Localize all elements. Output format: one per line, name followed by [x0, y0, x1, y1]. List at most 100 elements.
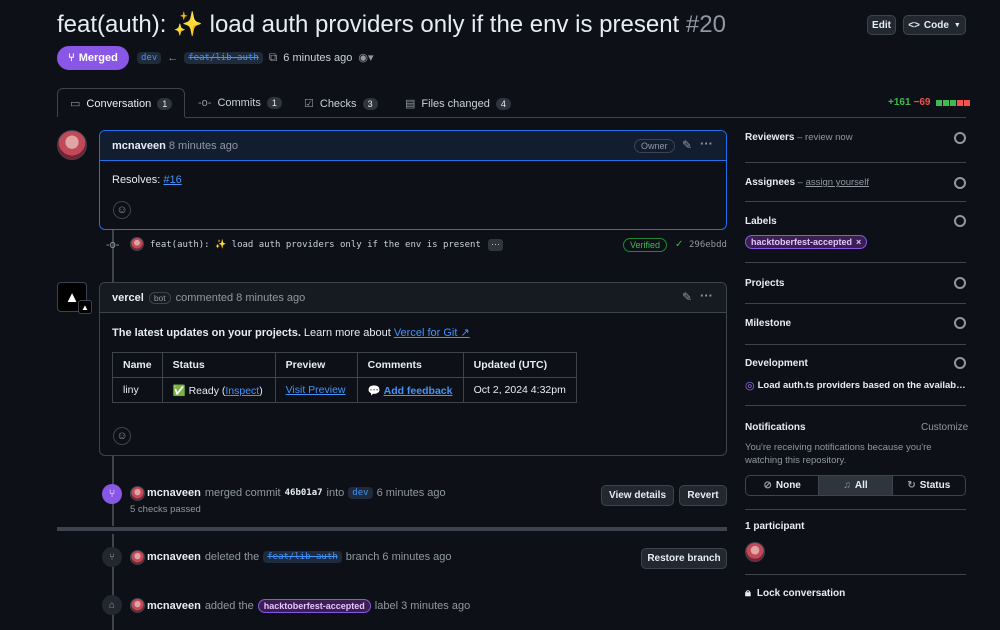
tab-checks[interactable]: ☑ Checks 3 [304, 97, 378, 110]
event-text: into [326, 487, 345, 499]
divider [745, 303, 966, 304]
gear-icon[interactable] [954, 132, 966, 144]
label-event-text: mcnaveen added the hacktoberfest-accepte… [147, 599, 470, 613]
commit-node-icon: -o- [106, 239, 120, 251]
restore-branch-button[interactable]: Restore branch [641, 548, 727, 569]
merge-commit-sha[interactable]: 46b01a7 [285, 488, 323, 498]
sync-icon: ↻ [907, 480, 916, 491]
tab-commits-count: 1 [266, 97, 282, 109]
assign-yourself-link[interactable]: assign yourself [806, 177, 869, 188]
comment-body: Resolves: #16 [112, 174, 182, 186]
smiley-reaction-icon[interactable]: ☺ [113, 201, 131, 219]
eye-icon[interactable]: ◉▾ [358, 51, 373, 64]
gear-icon[interactable] [954, 215, 966, 227]
add-feedback-link[interactable]: Add feedback [384, 385, 453, 397]
code-button[interactable]: <> Code ▼ [903, 15, 966, 35]
table-header: Name [112, 352, 163, 378]
table-header: Comments [356, 352, 464, 378]
label-badge[interactable]: hacktoberfest-accepted × [745, 235, 868, 249]
inspect-link[interactable]: Inspect [225, 385, 259, 397]
timeline-line [112, 230, 114, 282]
avatar[interactable] [130, 550, 145, 565]
revert-button[interactable]: Revert [679, 485, 727, 506]
comment-card-bot: vercel bot commented 8 minutes ago ✎ ···… [99, 282, 727, 456]
avatar[interactable] [130, 486, 145, 501]
commit-expand-button[interactable]: ··· [488, 239, 503, 251]
lock-icon: 🔒︎ [745, 587, 751, 599]
participant-avatar[interactable] [745, 542, 765, 562]
development-title[interactable]: Development [745, 358, 808, 369]
table-row: liny ✅ Ready (Inspect) Visit Preview 💬 A… [112, 377, 577, 403]
notifications-none-label: None [775, 480, 801, 491]
head-branch[interactable]: feat/lib-auth [184, 51, 263, 64]
reviewers-section[interactable]: Reviewers – review now [745, 131, 853, 143]
labels-title[interactable]: Labels [745, 216, 777, 227]
pencil-icon[interactable]: ✎ [682, 138, 692, 152]
deleted-branch[interactable]: feat/lib-auth [263, 551, 342, 563]
comment-action[interactable]: commented 8 minutes ago [176, 292, 306, 304]
avatar[interactable] [57, 130, 87, 160]
pr-title-row: feat(auth): ✨ load auth providers only i… [57, 10, 726, 39]
gear-icon[interactable] [954, 317, 966, 329]
base-branch[interactable]: dev [137, 51, 162, 64]
comment-body: The latest updates on your projects. Lea… [112, 326, 470, 339]
edit-button[interactable]: Edit [867, 15, 896, 35]
linked-issue[interactable]: ◎ Load auth.ts providers based on the av… [745, 379, 966, 392]
comment-meta: mcnaveen 8 minutes ago [112, 140, 238, 152]
milestone-title[interactable]: Milestone [745, 318, 791, 329]
avatar[interactable] [130, 237, 144, 251]
kebab-menu-icon[interactable]: ··· [700, 136, 713, 151]
pr-number: #20 [685, 11, 726, 38]
customize-link[interactable]: Customize [921, 422, 968, 433]
comment-author[interactable]: vercel [112, 292, 144, 304]
deployment-status: ✅ Ready (Inspect) [161, 377, 276, 403]
gear-icon[interactable] [954, 357, 966, 369]
git-branch-icon: ⑂ [102, 547, 122, 567]
divider [745, 262, 966, 263]
commit-sha[interactable]: 296ebdd [689, 240, 727, 250]
vercel-for-git-link[interactable]: Vercel for Git ↗ [394, 327, 470, 339]
gear-icon[interactable] [954, 177, 966, 189]
projects-title[interactable]: Projects [745, 278, 784, 289]
close-icon[interactable]: × [856, 237, 861, 247]
notifications-all-button[interactable]: ♫ All [819, 476, 893, 495]
review-now-link[interactable]: review now [805, 132, 853, 143]
comment-card-owner: mcnaveen 8 minutes ago Owner ✎ ··· Resol… [99, 130, 727, 230]
comment-time[interactable]: 8 minutes ago [169, 140, 238, 152]
file-diff-icon: ▤ [405, 98, 416, 110]
tab-files-label: Files changed [421, 97, 490, 110]
branch-info: dev ← feat/lib-auth ⧉ 6 minutes ago ◉▾ [137, 50, 374, 65]
event-author[interactable]: mcnaveen [147, 600, 201, 612]
assignees-section[interactable]: Assignees – assign yourself [745, 176, 869, 188]
notifications-status-button[interactable]: ↻ Status [893, 476, 965, 495]
commit-message[interactable]: feat(auth): ✨ load auth providers only i… [150, 240, 481, 250]
tab-commits[interactable]: -o- Commits 1 [198, 97, 282, 109]
comment-author[interactable]: mcnaveen [112, 140, 166, 152]
visit-preview-link[interactable]: Visit Preview [286, 384, 346, 396]
checks-passed[interactable]: 5 checks passed [130, 504, 201, 515]
base-branch[interactable]: dev [348, 487, 373, 499]
view-details-button[interactable]: View details [601, 485, 674, 506]
gear-icon[interactable] [954, 277, 966, 289]
notifications-none-button[interactable]: ⊘ None [746, 476, 820, 495]
tab-conversation[interactable]: ▭ Conversation 1 [70, 97, 173, 110]
pencil-icon[interactable]: ✎ [682, 290, 692, 304]
smiley-reaction-icon[interactable]: ☺ [113, 427, 131, 445]
copy-icon[interactable]: ⧉ [269, 50, 278, 65]
avatar[interactable] [130, 598, 145, 613]
lock-conversation-button[interactable]: 🔒︎ Lock conversation [745, 587, 845, 600]
event-author[interactable]: mcnaveen [147, 551, 201, 563]
notifications-status-label: Status [919, 480, 951, 491]
event-time[interactable]: 6 minutes ago [377, 487, 446, 499]
tab-files-changed[interactable]: ▤ Files changed 4 [405, 97, 511, 110]
issue-link[interactable]: #16 [163, 174, 181, 186]
label-badge[interactable]: hacktoberfest-accepted [257, 599, 371, 613]
notifications-all-label: All [854, 480, 868, 491]
linked-issue-title: Load auth.ts providers based on the avai… [757, 380, 966, 391]
verified-badge[interactable]: Verified [623, 238, 668, 252]
tab-conversation-label: Conversation [86, 97, 152, 110]
event-author[interactable]: mcnaveen [147, 487, 201, 499]
kebab-menu-icon[interactable]: ··· [700, 288, 713, 303]
divider [745, 509, 966, 510]
event-text: merged commit [204, 487, 281, 499]
